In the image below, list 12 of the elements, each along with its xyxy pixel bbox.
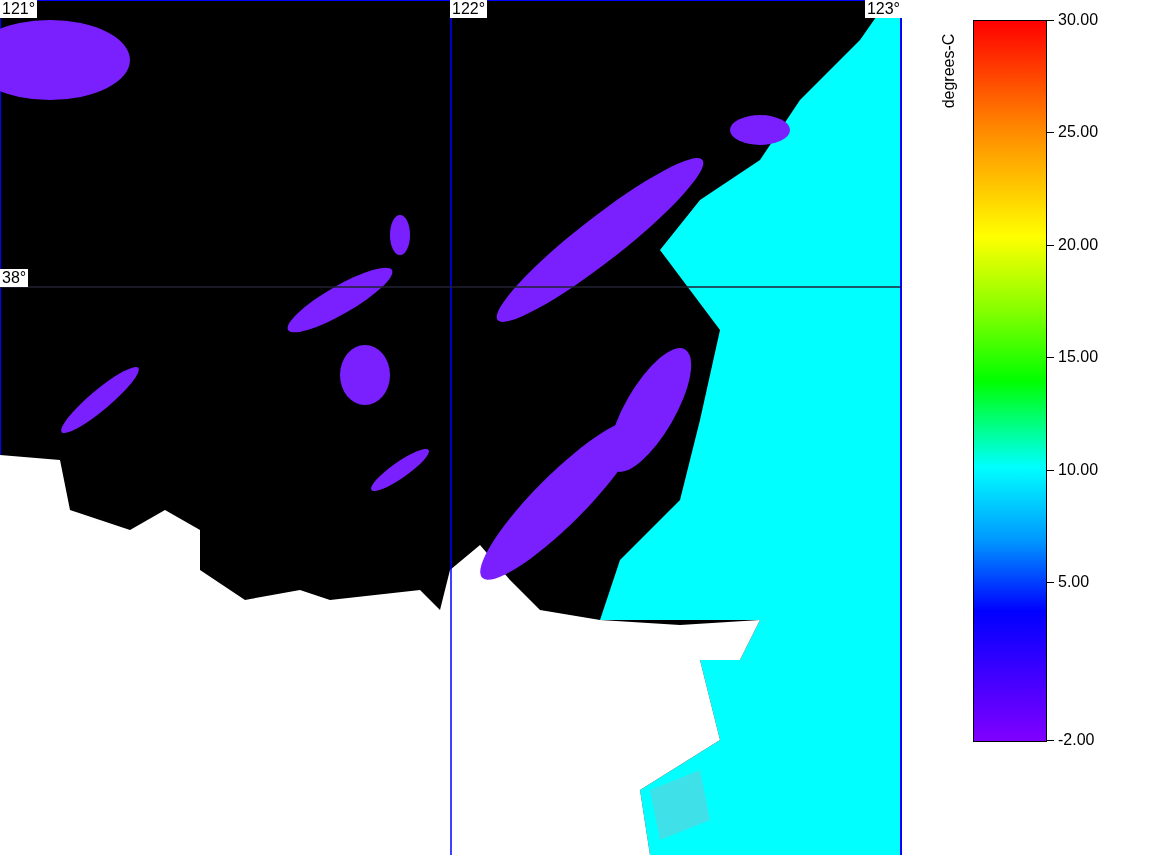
tick-label: -2.00 xyxy=(1058,731,1095,749)
longitude-label: 122° xyxy=(450,0,488,18)
tick-label: 25.00 xyxy=(1058,123,1099,142)
tick-label: 15.00 xyxy=(1058,348,1099,367)
latitude-label: 38° xyxy=(0,269,29,287)
tick-label: 5.00 xyxy=(1058,573,1090,592)
colorbar-title: degrees-C xyxy=(940,33,959,109)
tick-label: 10.00 xyxy=(1058,461,1099,479)
tick-label: 20.00 xyxy=(1058,236,1099,254)
longitude-label: 123° xyxy=(864,0,902,18)
tick-label: 30.00 xyxy=(1058,11,1099,29)
longitude-label: 121° xyxy=(0,0,38,18)
